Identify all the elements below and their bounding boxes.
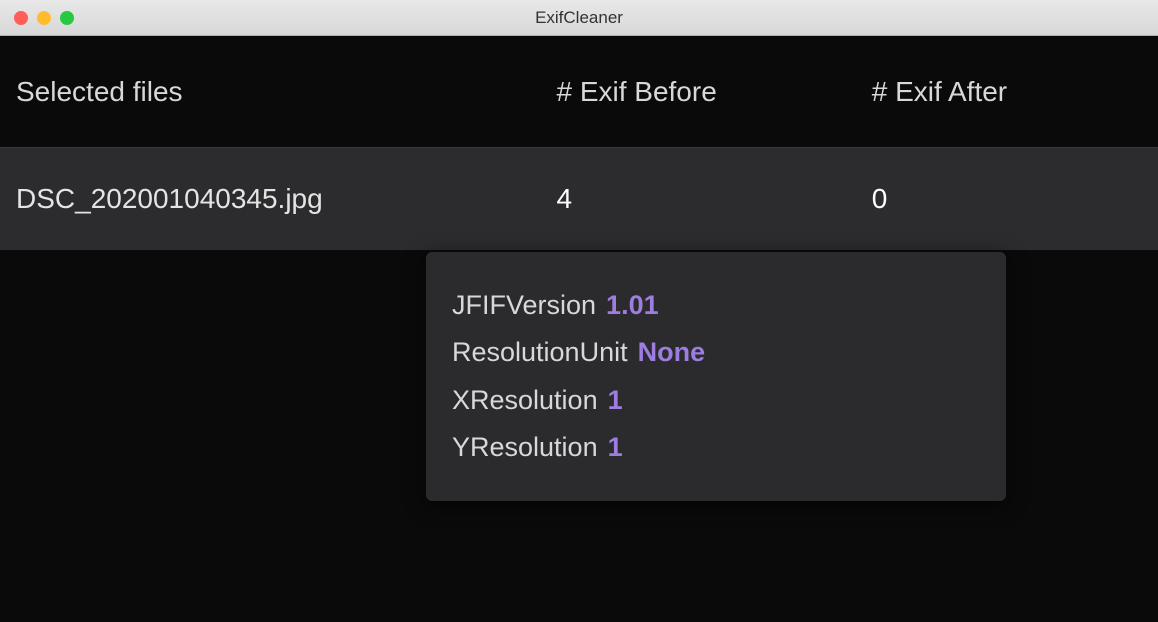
exif-before-value: 4 <box>556 183 871 215</box>
tooltip-row: JFIFVersion 1.01 <box>452 282 980 329</box>
exif-after-value: 0 <box>872 183 1142 215</box>
tooltip-key: JFIFVersion <box>452 282 596 329</box>
traffic-lights <box>0 11 74 25</box>
app-body: Selected files # Exif Before # Exif Afte… <box>0 36 1158 622</box>
titlebar: ExifCleaner <box>0 0 1158 36</box>
tooltip-key: XResolution <box>452 377 598 424</box>
file-name: DSC_202001040345.jpg <box>16 183 556 215</box>
tooltip-value: 1 <box>608 377 623 424</box>
header-after: # Exif After <box>872 76 1142 108</box>
tooltip-value: 1.01 <box>606 282 659 329</box>
tooltip-row: XResolution 1 <box>452 377 980 424</box>
tooltip-row: YResolution 1 <box>452 424 980 471</box>
close-button[interactable] <box>14 11 28 25</box>
window-title: ExifCleaner <box>535 8 623 28</box>
header-file: Selected files <box>16 76 556 108</box>
minimize-button[interactable] <box>37 11 51 25</box>
table-row[interactable]: DSC_202001040345.jpg 4 0 <box>0 148 1158 250</box>
tooltip-value: 1 <box>608 424 623 471</box>
maximize-button[interactable] <box>60 11 74 25</box>
exif-tooltip: JFIFVersion 1.01 ResolutionUnit None XRe… <box>426 252 1006 501</box>
tooltip-row: ResolutionUnit None <box>452 329 980 376</box>
tooltip-value: None <box>638 329 706 376</box>
tooltip-key: YResolution <box>452 424 598 471</box>
header-before: # Exif Before <box>556 76 871 108</box>
table-header: Selected files # Exif Before # Exif Afte… <box>0 36 1158 148</box>
tooltip-key: ResolutionUnit <box>452 329 628 376</box>
